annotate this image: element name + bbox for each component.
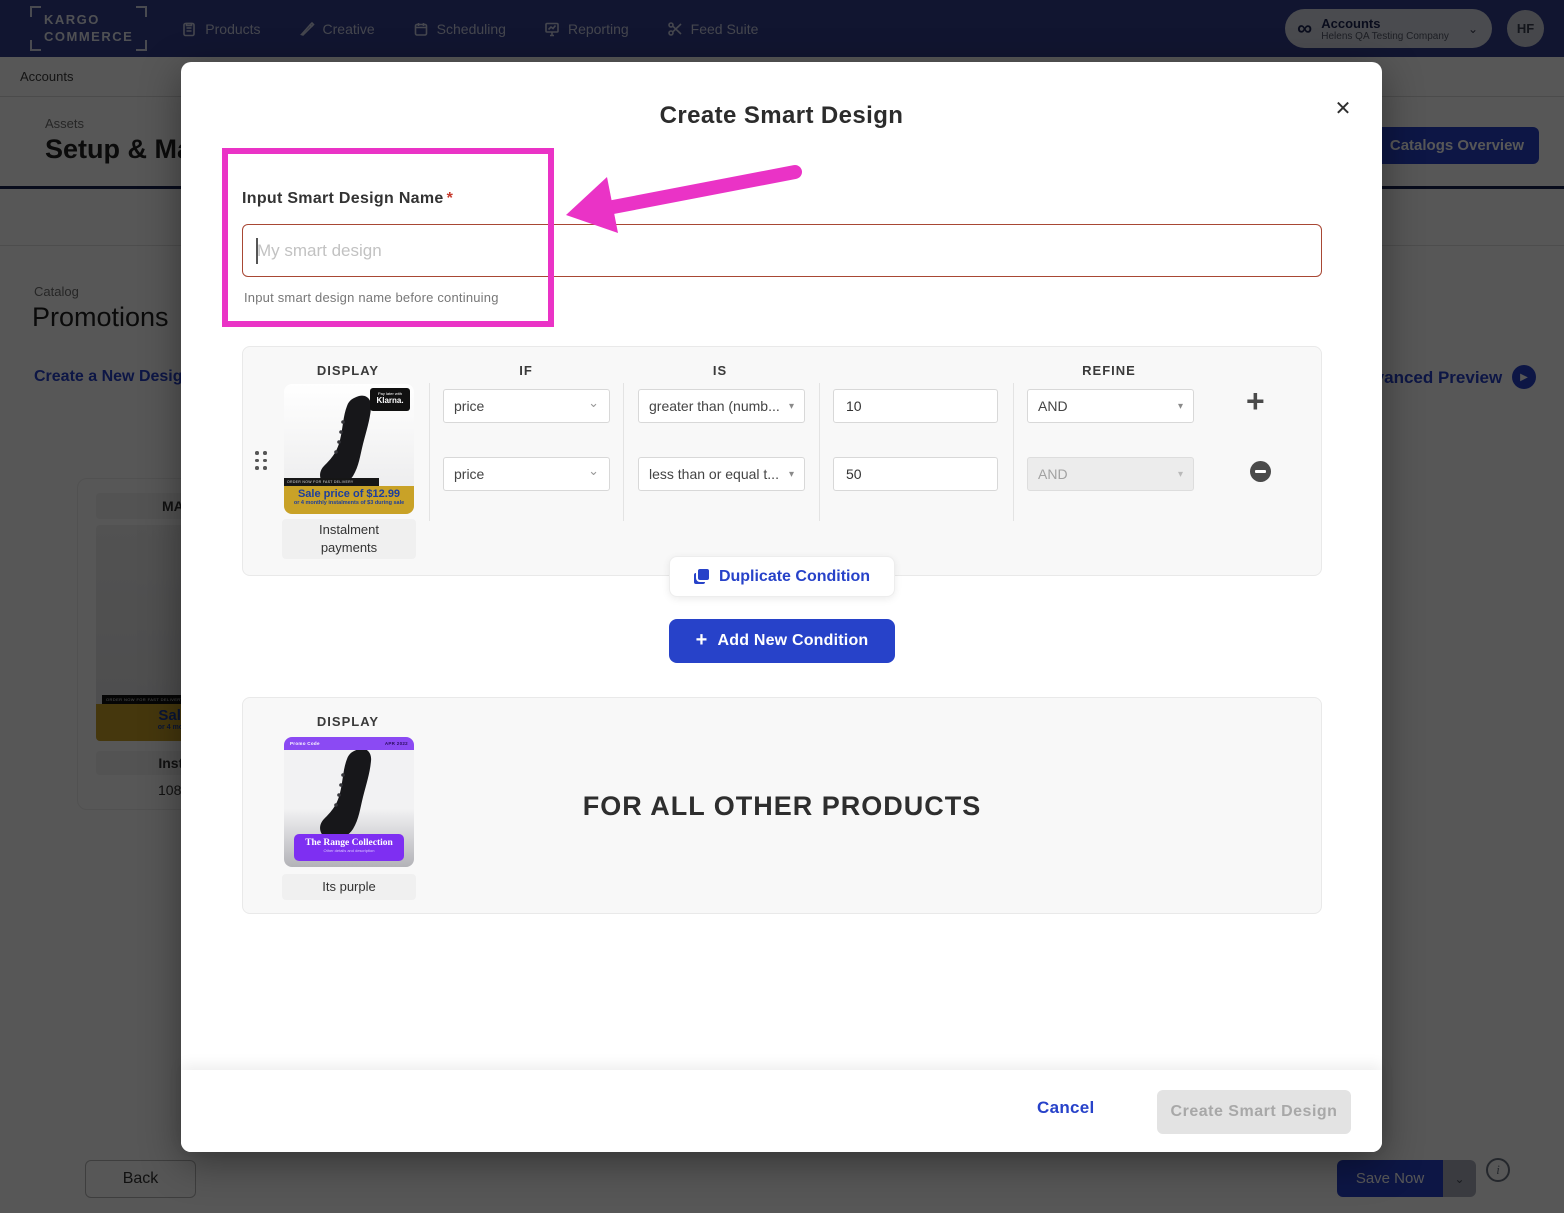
refine-select-value: AND — [1038, 466, 1068, 482]
fallback-message: FOR ALL OTHER PRODUCTS — [582, 791, 982, 821]
name-field-label: Input Smart Design Name * — [242, 190, 453, 208]
dropdown-arrow-icon: ▾ — [788, 468, 794, 480]
collection-banner: The Range Collection Other details and d… — [294, 834, 404, 861]
column-header-display: DISPLAY — [316, 714, 380, 729]
column-header-is: IS — [712, 363, 728, 378]
dropdown-arrow-icon: ▾ — [1177, 468, 1183, 480]
name-field-helper-text: Input smart design name before continuin… — [244, 290, 499, 305]
chevron-down-icon: ⌄ — [588, 395, 599, 410]
condition-panel: DISPLAY IF IS REFINE Pay later with Klar… — [242, 346, 1322, 576]
dropdown-arrow-icon: ▾ — [788, 400, 794, 412]
cancel-button[interactable]: Cancel — [1037, 1098, 1095, 1118]
add-rule-plus-icon[interactable]: + — [1246, 385, 1265, 417]
klarna-badge: Pay later with Klarna. — [370, 388, 410, 411]
duplicate-condition-label: Duplicate Condition — [718, 567, 871, 585]
column-header-display: DISPLAY — [316, 363, 380, 378]
add-new-condition-button[interactable]: + Add New Condition — [669, 619, 895, 663]
column-header-if: IF — [519, 363, 533, 378]
promo-strip: ORDER NOW FOR FAST DELIVERY — [284, 478, 379, 486]
drag-handle-icon[interactable] — [255, 451, 267, 470]
collection-banner-title: The Range Collection — [305, 838, 393, 848]
if-select-row2[interactable]: price ⌄ — [443, 457, 610, 491]
chevron-down-icon: ⌄ — [588, 463, 599, 478]
promo-code-text: Promo Code — [290, 741, 320, 746]
copy-icon — [693, 569, 709, 584]
column-header-refine: REFINE — [1082, 363, 1136, 378]
refine-select-row2-disabled: AND ▾ — [1027, 457, 1194, 491]
refine-select-row1[interactable]: AND ▾ — [1027, 389, 1194, 423]
required-asterisk: * — [446, 190, 454, 207]
is-select-row2[interactable]: less than or equal t... ▾ — [638, 457, 805, 491]
modal-title: Create Smart Design — [659, 102, 904, 129]
modal-footer: Cancel Create Smart Design — [181, 1070, 1382, 1152]
klarna-badge-brand: Klarna. — [376, 396, 404, 405]
plus-icon: + — [695, 628, 708, 651]
text-caret — [256, 238, 258, 264]
remove-rule-minus-icon[interactable] — [1250, 461, 1271, 482]
display-creative-thumbnail[interactable]: Pay later with Klarna. ORDER NOW FOR FAS… — [284, 384, 414, 514]
dropdown-arrow-icon: ▾ — [1177, 400, 1183, 412]
creative-name-label: Instalment payments — [282, 519, 416, 559]
collection-banner-sub: Other details and description — [323, 848, 375, 853]
condition-value-input-row2[interactable] — [833, 457, 998, 491]
refine-select-value: AND — [1038, 398, 1068, 414]
if-select-row1[interactable]: price ⌄ — [443, 389, 610, 423]
sale-banner-title: Sale price of $12.99 — [297, 488, 401, 500]
add-new-condition-label: Add New Condition — [717, 632, 869, 649]
sale-banner-sub: or 4 monthly instalments of $3 during sa… — [293, 500, 405, 506]
create-smart-design-button[interactable]: Create Smart Design — [1157, 1090, 1351, 1134]
is-select-row1[interactable]: greater than (numb... ▾ — [638, 389, 805, 423]
condition-value-input-row1[interactable] — [833, 389, 998, 423]
close-icon[interactable]: ✕ — [1329, 94, 1357, 122]
duplicate-condition-button[interactable]: Duplicate Condition — [669, 556, 895, 597]
smart-design-name-input[interactable] — [242, 224, 1322, 277]
if-select-value: price — [454, 466, 485, 482]
is-select-value: greater than (numb... — [649, 398, 780, 414]
fallback-panel: DISPLAY Promo Code APR 2022 The Range Co… — [242, 697, 1322, 914]
promo-date-text: APR 2022 — [384, 741, 408, 746]
promo-code-bar: Promo Code APR 2022 — [284, 737, 414, 750]
create-smart-design-modal: Create Smart Design ✕ Input Smart Design… — [181, 62, 1382, 1152]
name-field-label-text: Input Smart Design Name — [242, 190, 444, 207]
if-select-value: price — [454, 398, 485, 414]
creative-name-label: Its purple — [282, 874, 416, 900]
sale-banner: Sale price of $12.99 or 4 monthly instal… — [284, 486, 414, 514]
is-select-value: less than or equal t... — [649, 466, 779, 482]
